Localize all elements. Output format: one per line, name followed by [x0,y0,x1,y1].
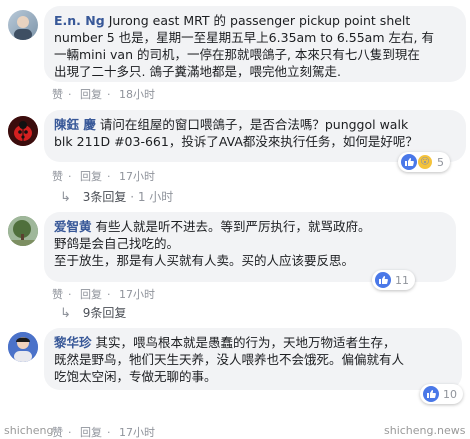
reply-link[interactable]: 回复 [80,170,102,183]
view-replies[interactable]: ↳ 9条回复 [60,304,126,321]
replies-time: 1 小时 [137,190,174,204]
comment-line: 吃饱太空闲，专做无聊的事。 [54,369,217,384]
reply-link[interactable]: 回复 [80,426,102,439]
comment-body: E.n. Ng Jurong east MRT 的 passenger pick… [54,12,456,80]
avatar[interactable] [8,10,38,40]
person-avatar-icon [8,332,38,362]
comment-line: 其实，喂鸟根本就是愚蠢的行为，天地万物适者生存， [95,335,396,350]
watermark-right: shicheng.news [384,424,466,437]
comment-line: 既然是野鸟，牠们天生天养，没人喂养也不会饿死。偏偏就有人 [54,352,405,367]
reaction-summary[interactable]: 😮 5 [398,152,450,172]
comment-line: 出現了二十多只. 鴿子糞滿地都是，喂完他立刻駕走. [54,64,341,79]
avatar[interactable] [8,332,38,362]
reaction-count: 10 [443,387,457,401]
watermark-left: shicheng [4,424,54,437]
comment-body: 爱智黄 有些人就是听不进去。等到严厉执行，就骂政府。 野鸽是会自己找吃的。 至于… [54,218,446,269]
like-link[interactable]: 赞 [52,288,63,301]
comment-bubble: 黎华珍 其实，喂鸟根本就是愚蠢的行为，天地万物适者生存， 既然是野鸟，牠们天生天… [44,328,462,390]
comment-line: number 5 也是，星期一至星期五早上6.35am to 6.55am 左右… [54,30,434,45]
avatar[interactable] [8,216,38,246]
comment-line: blk 211D #03-661，投诉了AVA都没來执行任务，如何是好呢？ [54,134,418,149]
comment-line: Jurong east MRT 的 passenger pickup point… [108,13,411,28]
reaction-count: 11 [395,273,409,287]
comment-author[interactable]: 爱智黄 [54,219,92,234]
reply-link[interactable]: 回复 [80,88,102,101]
like-link[interactable]: 赞 [52,88,63,101]
replies-count[interactable]: 3条回复 [83,190,127,204]
like-link[interactable]: 赞 [52,170,63,183]
comment-bubble: E.n. Ng Jurong east MRT 的 passenger pick… [44,6,466,82]
reaction-count: 5 [437,155,444,169]
comment-actions: 赞 · 回复 · 17小时 [52,170,155,183]
comment-actions: 赞 · 回复 · 17小时 [52,426,155,439]
reply-link[interactable]: 回复 [80,288,102,301]
landscape-avatar-icon [8,216,38,246]
like-reaction-icon [401,154,417,170]
like-link[interactable]: 赞 [52,426,63,439]
reply-arrow-icon: ↳ [60,306,71,321]
like-reaction-icon [423,386,439,402]
comment-author[interactable]: E.n. Ng [54,13,105,28]
comment-time: 18小时 [119,88,155,101]
avatar-image-icon [14,16,32,40]
comment-line: 至于放生，那是有人买就有人卖。买的人应该要反思。 [54,253,355,268]
comment-line: 请问在组屋的窗口喂鴿子，是否合法嗎？punggol walk [99,117,409,132]
comment-body: 陳鈺 慶 请问在组屋的窗口喂鴿子，是否合法嗎？punggol walk blk … [54,116,456,150]
comment-author[interactable]: 陳鈺 慶 [54,117,96,132]
comment-line: 野鸽是会自己找吃的。 [54,236,180,251]
avatar[interactable] [8,116,38,146]
comment-actions: 赞 · 回复 · 18小时 [52,88,155,101]
replies-count[interactable]: 9条回复 [83,306,127,320]
comment-line: 有些人就是听不进去。等到严厉执行，就骂政府。 [95,219,371,234]
reaction-summary[interactable]: 10 [420,384,463,404]
comment-body: 黎华珍 其实，喂鸟根本就是愚蠢的行为，天地万物适者生存， 既然是野鸟，牠们天生天… [54,334,452,385]
comment-line: 一輛mini van 的司机，一停在那就喂鴿子, 本來只有七八隻到現在 [54,47,420,62]
comment-time: 17小时 [119,288,155,301]
view-replies[interactable]: ↳ 3条回复 · 1 小时 [60,188,173,205]
like-reaction-icon [375,272,391,288]
comment-actions: 赞 · 回复 · 17小时 [52,288,155,301]
wow-reaction-icon: 😮 [417,154,433,170]
ladybug-avatar-icon [8,116,38,146]
comment-time: 17小时 [119,426,155,439]
comment-time: 17小时 [119,170,155,183]
reply-arrow-icon: ↳ [60,190,71,205]
reaction-summary[interactable]: 11 [372,270,415,290]
comment-author[interactable]: 黎华珍 [54,335,92,350]
